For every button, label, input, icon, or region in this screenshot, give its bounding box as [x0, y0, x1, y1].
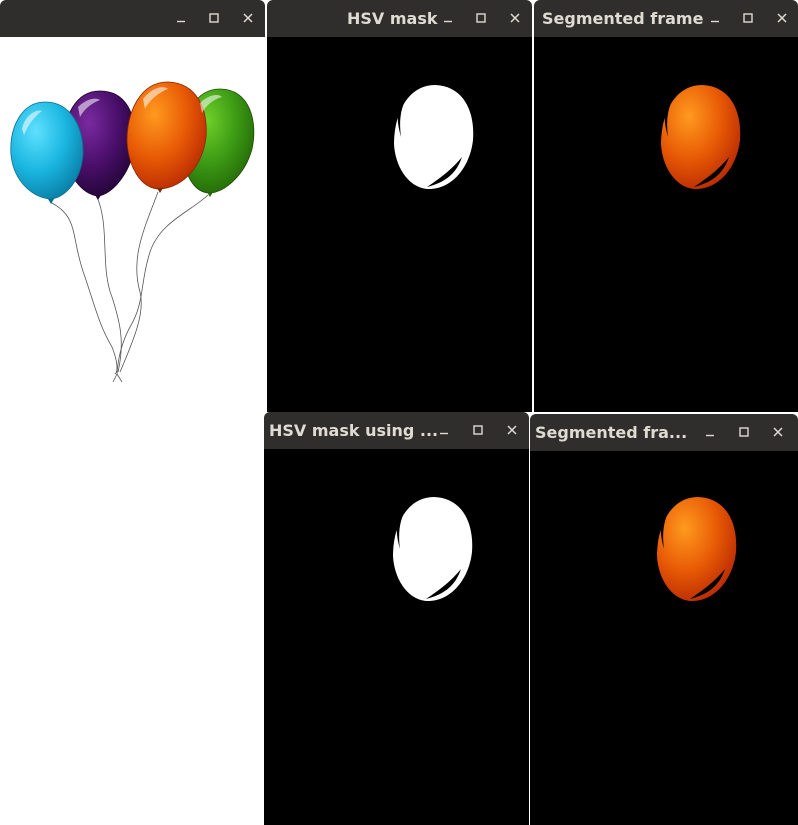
close-button[interactable] — [773, 9, 791, 27]
maximize-button[interactable] — [472, 9, 490, 27]
mask-shape — [394, 85, 474, 190]
maximize-button[interactable] — [469, 421, 487, 439]
segmented-frame-alt-window: Segmented fra... — [530, 414, 798, 825]
maximize-button[interactable] — [735, 423, 753, 441]
titlebar[interactable]: Segmented fra... — [530, 414, 798, 451]
hsv-mask-alt-window: HSV mask using ... — [264, 412, 529, 825]
maximize-icon — [743, 13, 753, 23]
minimize-icon — [440, 432, 448, 435]
maximize-button[interactable] — [205, 9, 223, 27]
close-button[interactable] — [506, 9, 524, 27]
window-title: HSV mask using ... — [269, 421, 439, 440]
minimize-button[interactable] — [701, 423, 719, 441]
titlebar[interactable]: Segmented frame — [534, 0, 798, 37]
mask-image — [267, 37, 532, 412]
close-icon — [773, 427, 783, 437]
maximize-icon — [739, 427, 749, 437]
minimize-icon — [706, 434, 714, 437]
titlebar[interactable]: HSV mask using ... — [264, 412, 529, 449]
blue-balloon — [10, 101, 84, 200]
segmented-balloon — [657, 497, 737, 602]
mask-image — [264, 449, 529, 825]
mask-shape — [393, 497, 473, 602]
close-button[interactable] — [239, 9, 257, 27]
minimize-icon — [177, 20, 185, 23]
minimize-button[interactable] — [439, 9, 457, 27]
window-title: HSV mask — [347, 9, 438, 28]
minimize-icon — [711, 20, 719, 23]
original-image — [0, 37, 265, 825]
maximize-icon — [209, 13, 219, 23]
close-icon — [507, 425, 517, 435]
window-title: Segmented frame — [542, 9, 704, 28]
close-icon — [243, 13, 253, 23]
minimize-icon — [444, 20, 452, 23]
original-image-window — [0, 0, 265, 825]
balloons-image — [10, 81, 255, 383]
segmented-frame-window: Segmented frame — [534, 0, 798, 412]
window-title: Segmented fra... — [535, 423, 688, 442]
minimize-button[interactable] — [706, 9, 724, 27]
close-icon — [777, 13, 787, 23]
close-button[interactable] — [503, 421, 521, 439]
segmented-balloon — [661, 85, 741, 190]
maximize-button[interactable] — [739, 9, 757, 27]
minimize-button[interactable] — [172, 9, 190, 27]
maximize-icon — [473, 425, 483, 435]
close-icon — [510, 13, 520, 23]
segmented-image — [530, 451, 798, 825]
titlebar[interactable] — [0, 0, 265, 37]
close-button[interactable] — [769, 423, 787, 441]
minimize-button[interactable] — [435, 421, 453, 439]
maximize-icon — [476, 13, 486, 23]
segmented-image — [534, 37, 798, 412]
titlebar[interactable]: HSV mask — [267, 0, 532, 37]
hsv-mask-window: HSV mask — [267, 0, 532, 412]
